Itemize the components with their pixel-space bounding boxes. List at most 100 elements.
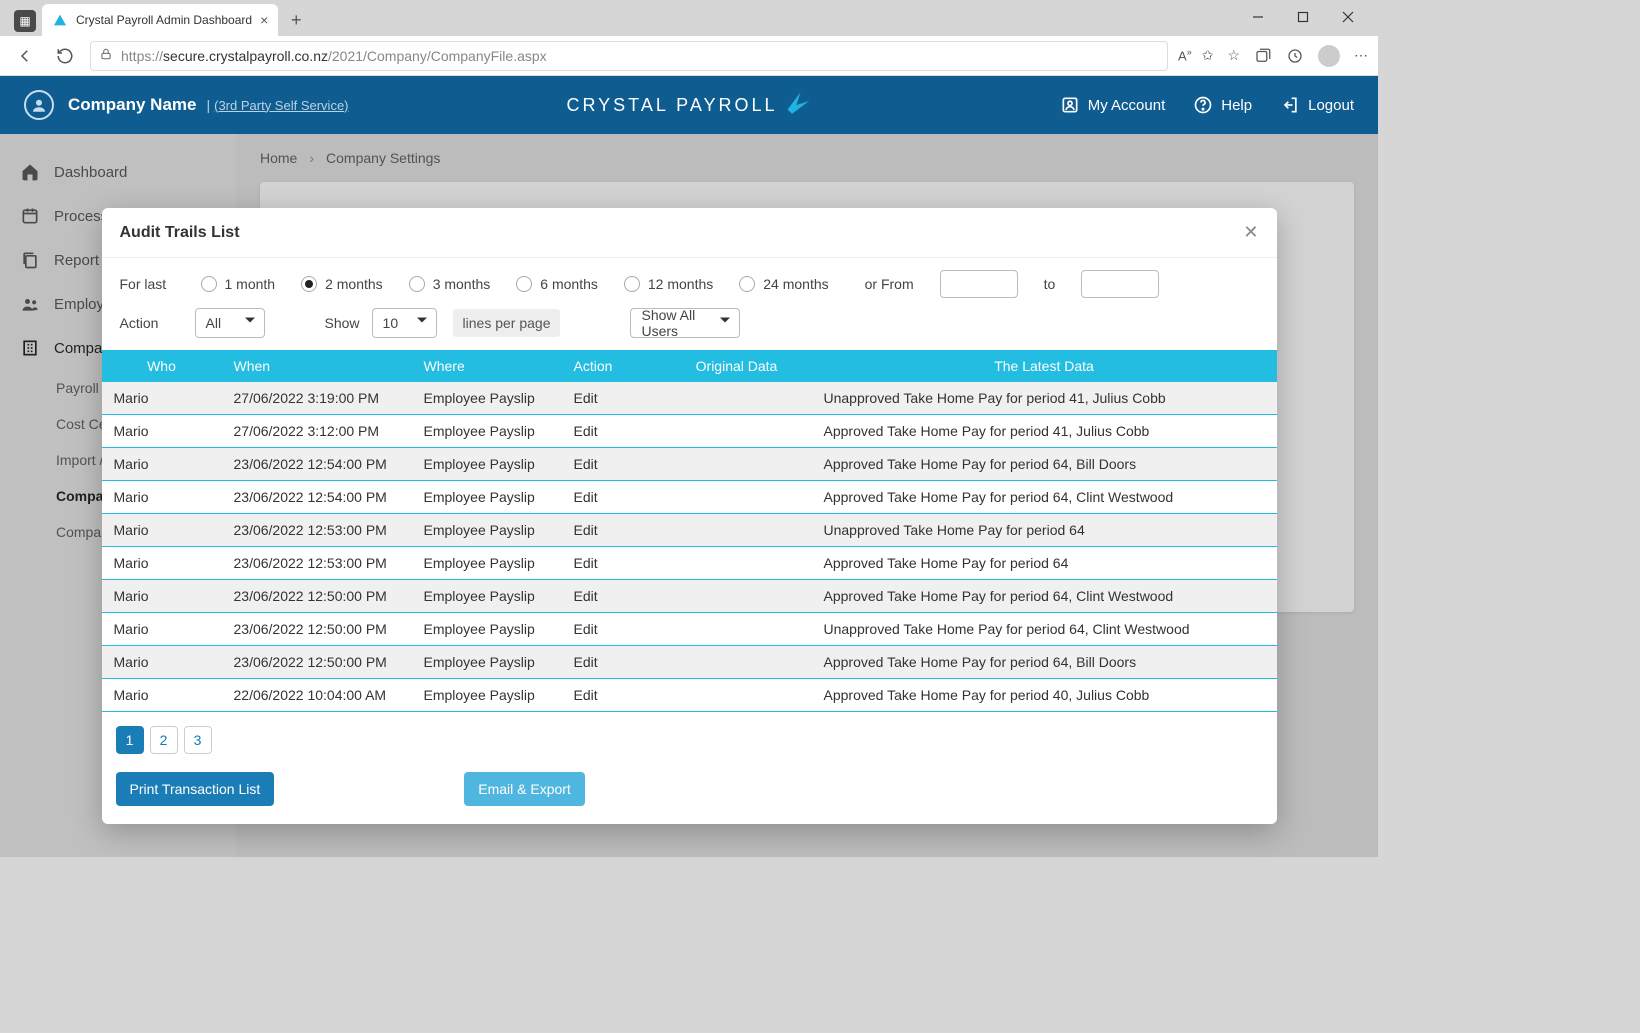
more-menu-icon[interactable]: ⋯	[1354, 47, 1368, 64]
column-header[interactable]: Action	[562, 350, 662, 382]
new-tab-button[interactable]: +	[282, 6, 310, 34]
my-account-link[interactable]: My Account	[1060, 95, 1166, 115]
table-cell: Approved Take Home Pay for period 64, Bi…	[812, 448, 1277, 481]
table-cell: Mario	[102, 580, 222, 613]
company-avatar-icon[interactable]	[24, 90, 54, 120]
table-cell: Approved Take Home Pay for period 64, Cl…	[812, 481, 1277, 514]
email-export-button[interactable]: Email & Export	[464, 772, 585, 806]
radio-icon	[201, 276, 217, 292]
table-cell: Employee Payslip	[412, 613, 562, 646]
table-cell	[662, 382, 812, 415]
table-row[interactable]: Mario23/06/2022 12:50:00 PMEmployee Pays…	[102, 646, 1277, 679]
print-button[interactable]: Print Transaction List	[116, 772, 275, 806]
lines-per-page-label: lines per page	[453, 309, 561, 337]
account-icon	[1060, 95, 1080, 115]
table-cell: Mario	[102, 382, 222, 415]
text-size-icon[interactable]: A»	[1178, 47, 1192, 63]
table-cell: Employee Payslip	[412, 580, 562, 613]
favorite-icon[interactable]: ☆	[1227, 47, 1240, 64]
table-row[interactable]: Mario27/06/2022 3:12:00 PMEmployee Paysl…	[102, 415, 1277, 448]
column-header[interactable]: Where	[412, 350, 562, 382]
lines-select[interactable]: 10	[372, 308, 437, 338]
table-cell: Edit	[562, 448, 662, 481]
table-cell: Edit	[562, 580, 662, 613]
table-cell: Mario	[102, 547, 222, 580]
table-cell: Mario	[102, 481, 222, 514]
table-cell: 23/06/2022 12:54:00 PM	[222, 481, 412, 514]
users-select[interactable]: Show All Users	[630, 308, 740, 338]
table-row[interactable]: Mario27/06/2022 3:19:00 PMEmployee Paysl…	[102, 382, 1277, 415]
tab-title: Crystal Payroll Admin Dashboard	[76, 13, 252, 27]
period-radio[interactable]: 24 months	[739, 276, 828, 292]
table-cell: 22/06/2022 10:04:00 AM	[222, 679, 412, 712]
period-radio[interactable]: 6 months	[516, 276, 598, 292]
lock-icon	[99, 47, 113, 64]
table-cell: 23/06/2022 12:54:00 PM	[222, 448, 412, 481]
table-cell: Approved Take Home Pay for period 64, Cl…	[812, 580, 1277, 613]
table-row[interactable]: Mario23/06/2022 12:50:00 PMEmployee Pays…	[102, 613, 1277, 646]
window-close-icon[interactable]	[1325, 2, 1370, 32]
table-row[interactable]: Mario23/06/2022 12:54:00 PMEmployee Pays…	[102, 448, 1277, 481]
from-date-input[interactable]	[940, 270, 1018, 298]
close-icon[interactable]: ✕	[1243, 222, 1258, 243]
period-radio[interactable]: 3 months	[409, 276, 491, 292]
table-row[interactable]: Mario23/06/2022 12:53:00 PMEmployee Pays…	[102, 547, 1277, 580]
column-header[interactable]: Who	[102, 350, 222, 382]
brand-logo: CRYSTAL PAYROLL	[566, 90, 811, 121]
address-bar[interactable]: https://secure.crystalpayroll.co.nz/2021…	[90, 41, 1168, 71]
table-cell: Approved Take Home Pay for period 64	[812, 547, 1277, 580]
column-header[interactable]: When	[222, 350, 412, 382]
collections-icon[interactable]	[1254, 47, 1272, 65]
table-cell: Approved Take Home Pay for period 40, Ju…	[812, 679, 1277, 712]
table-cell: Edit	[562, 415, 662, 448]
table-cell: Mario	[102, 514, 222, 547]
window-maximize-icon[interactable]	[1280, 2, 1325, 32]
help-link[interactable]: Help	[1193, 95, 1252, 115]
page-button[interactable]: 2	[150, 726, 178, 754]
table-row[interactable]: Mario22/06/2022 10:04:00 AMEmployee Pays…	[102, 679, 1277, 712]
period-radio[interactable]: 2 months	[301, 276, 383, 292]
table-row[interactable]: Mario23/06/2022 12:50:00 PMEmployee Pays…	[102, 580, 1277, 613]
table-cell: Employee Payslip	[412, 481, 562, 514]
to-date-input[interactable]	[1081, 270, 1159, 298]
table-cell: Edit	[562, 613, 662, 646]
logout-icon	[1280, 95, 1300, 115]
column-header[interactable]: Original Data	[662, 350, 812, 382]
refresh-button[interactable]	[50, 41, 80, 71]
table-cell: Unapproved Take Home Pay for period 64, …	[812, 613, 1277, 646]
browser-tab[interactable]: Crystal Payroll Admin Dashboard ×	[42, 4, 278, 36]
table-row[interactable]: Mario23/06/2022 12:53:00 PMEmployee Pays…	[102, 514, 1277, 547]
period-radio[interactable]: 1 month	[201, 276, 276, 292]
period-radio[interactable]: 12 months	[624, 276, 713, 292]
action-select[interactable]: All	[195, 308, 265, 338]
to-label: to	[1044, 276, 1056, 292]
table-cell	[662, 613, 812, 646]
column-header[interactable]: The Latest Data	[812, 350, 1277, 382]
table-cell: Approved Take Home Pay for period 64, Bi…	[812, 646, 1277, 679]
table-cell: Edit	[562, 646, 662, 679]
show-label: Show	[325, 315, 360, 331]
company-name: Company Name	[68, 95, 196, 115]
table-cell: Employee Payslip	[412, 547, 562, 580]
back-button[interactable]	[10, 41, 40, 71]
table-cell: Employee Payslip	[412, 382, 562, 415]
page-button[interactable]: 3	[184, 726, 212, 754]
history-icon[interactable]	[1286, 47, 1304, 65]
self-service-link[interactable]: (3rd Party Self Service)	[214, 98, 348, 113]
radio-icon	[516, 276, 532, 292]
table-row[interactable]: Mario23/06/2022 12:54:00 PMEmployee Pays…	[102, 481, 1277, 514]
modal-overlay: Audit Trails List ✕ For last 1 month2 mo…	[0, 134, 1378, 857]
tab-favicon-icon	[52, 12, 68, 28]
tab-close-icon[interactable]: ×	[260, 12, 268, 28]
page-button[interactable]: 1	[116, 726, 144, 754]
separator: |	[206, 97, 210, 113]
profile-avatar[interactable]	[1318, 45, 1340, 67]
radio-icon	[624, 276, 640, 292]
tab-overview-icon[interactable]: ▦	[14, 10, 36, 32]
table-cell: Employee Payslip	[412, 448, 562, 481]
read-aloud-icon[interactable]: ✩	[1202, 47, 1214, 64]
url-text: https://secure.crystalpayroll.co.nz/2021…	[121, 48, 547, 64]
logout-link[interactable]: Logout	[1280, 95, 1354, 115]
table-cell: 23/06/2022 12:50:00 PM	[222, 580, 412, 613]
window-minimize-icon[interactable]	[1235, 2, 1280, 32]
